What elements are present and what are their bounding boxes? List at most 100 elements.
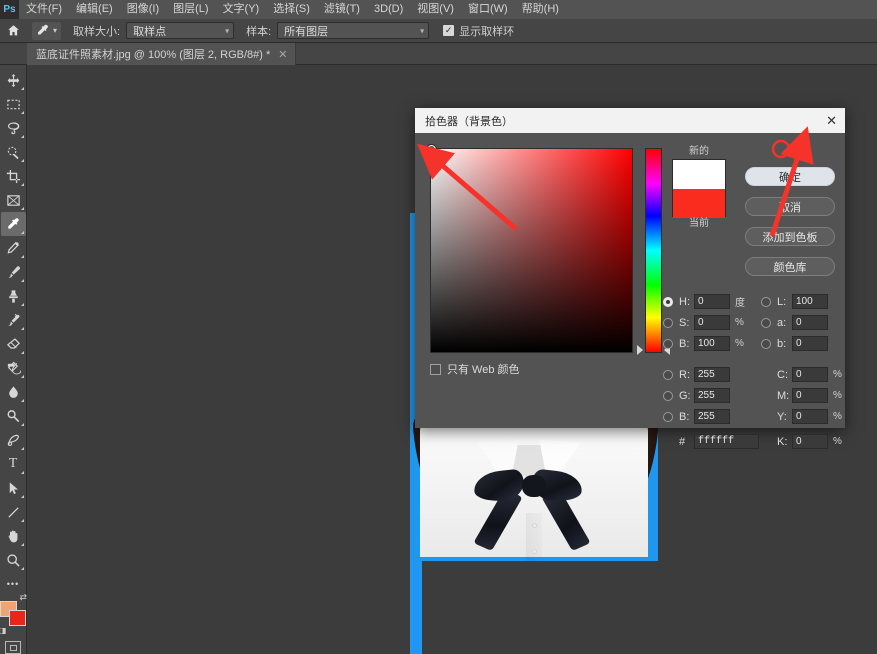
input-b-lab[interactable]: 0 [792,336,828,351]
menu-type[interactable]: 文字(Y) [216,0,267,19]
hue-slider-handle-left-icon[interactable] [637,345,643,355]
radio-g[interactable] [663,390,673,401]
web-colors-only-checkbox[interactable]: 只有 Web 颜色 [430,361,520,377]
field-row-b-lab[interactable]: b: 0 [761,333,847,354]
default-colors-icon[interactable]: ◨ [0,626,7,635]
menu-3d[interactable]: 3D(D) [367,0,410,19]
home-icon[interactable] [0,19,26,43]
hue-slider[interactable] [645,148,662,353]
close-icon[interactable]: ✕ [278,48,287,61]
radio-h[interactable] [663,296,673,307]
radio-r[interactable] [663,369,673,380]
radio-l[interactable] [761,296,771,307]
eyedropper-tool[interactable] [0,212,26,236]
field-row-c[interactable]: C: 0 % [761,364,847,385]
current-tool-eyedropper-button[interactable]: ▾ [32,21,62,40]
label-b-blue: B: [679,410,690,423]
menu-filter[interactable]: 滤镜(T) [317,0,367,19]
saturation-value-field[interactable] [427,145,633,353]
input-b-blue[interactable]: 255 [694,409,730,424]
field-row-y[interactable]: Y: 0 % [761,406,847,427]
field-row-r[interactable]: R: 255 [663,364,759,385]
input-a[interactable]: 0 [792,315,828,330]
swap-colors-icon[interactable]: ⇄ [19,592,27,603]
field-row-m[interactable]: M: 0 % [761,385,847,406]
field-row-b-brightness[interactable]: B: 100 % [663,333,759,354]
input-g[interactable]: 255 [694,388,730,403]
clone-stamp-tool[interactable] [1,284,26,308]
field-row-b-blue[interactable]: B: 255 [663,406,759,427]
new-color-swatch[interactable] [673,160,725,189]
document-tab[interactable]: 蓝底证件照素材.jpg @ 100% (图层 2, RGB/8#) * ✕ [27,43,296,65]
menu-layer[interactable]: 图层(L) [166,0,215,19]
chevron-down-icon[interactable]: ▾ [53,26,57,35]
input-b-brightness[interactable]: 100 [694,336,730,351]
background-color-swatch[interactable] [9,610,26,626]
pen-tool[interactable] [1,428,26,452]
radio-b-blue[interactable] [663,411,673,422]
crop-tool[interactable] [1,164,26,188]
show-sampling-ring-checkbox[interactable]: ✓ 显示取样环 [443,23,514,39]
input-m[interactable]: 0 [792,388,828,403]
unit-m: % [833,390,842,401]
radio-b-brightness[interactable] [663,338,673,349]
menu-edit[interactable]: 编辑(E) [69,0,120,19]
field-row-g[interactable]: G: 255 [663,385,759,406]
field-row-s[interactable]: S: 0 % [663,312,759,333]
move-tool[interactable] [1,68,26,92]
current-color-swatch[interactable] [673,189,725,218]
sample-select[interactable]: 所有图层 ▾ [277,22,430,39]
eraser-tool[interactable] [1,332,26,356]
radio-s[interactable] [663,317,673,328]
hand-tool[interactable] [1,524,26,548]
menu-file[interactable]: 文件(F) [19,0,69,19]
menu-help[interactable]: 帮助(H) [515,0,566,19]
sample-size-select[interactable]: 取样点 ▾ [126,22,235,39]
color-field-marker[interactable] [427,145,436,154]
rectangular-marquee-tool[interactable] [1,92,26,116]
field-row-a[interactable]: a: 0 [761,312,847,333]
blur-tool[interactable] [1,380,26,404]
add-to-swatches-button[interactable]: 添加到色板 [745,227,835,246]
menu-select[interactable]: 选择(S) [266,0,317,19]
input-l[interactable]: 100 [792,294,828,309]
field-row-l[interactable]: L: 100 [761,291,847,312]
type-tool[interactable]: T [1,452,26,476]
input-hex[interactable]: ffffff [694,434,759,449]
ok-button[interactable]: 确定 [745,167,835,186]
radio-b-lab[interactable] [761,338,771,349]
input-s[interactable]: 0 [694,315,730,330]
quick-mask-toggle[interactable] [5,641,21,654]
zoom-tool[interactable] [1,548,26,572]
line-tool[interactable] [1,500,26,524]
input-h[interactable]: 0 [694,294,730,309]
lasso-tool[interactable] [1,116,26,140]
dialog-title-bar[interactable]: 拾色器（背景色） ✕ [415,108,845,133]
input-y[interactable]: 0 [792,409,828,424]
menu-image[interactable]: 图像(I) [120,0,166,19]
path-selection-tool[interactable] [1,476,26,500]
frame-tool[interactable] [1,188,26,212]
gradient-tool[interactable] [1,356,26,380]
history-brush-tool[interactable] [1,308,26,332]
field-row-hex[interactable]: # ffffff [663,431,759,452]
close-icon[interactable]: ✕ [826,114,837,127]
cancel-button[interactable]: 取消 [745,197,835,216]
input-c[interactable]: 0 [792,367,828,382]
menu-view[interactable]: 视图(V) [410,0,461,19]
input-r[interactable]: 255 [694,367,730,382]
radio-a[interactable] [761,317,771,328]
field-row-k[interactable]: K: 0 % [761,431,847,452]
menu-window[interactable]: 窗口(W) [461,0,515,19]
healing-brush-tool[interactable] [1,236,26,260]
tool-expand-corner-icon [20,159,24,162]
input-k[interactable]: 0 [792,434,828,449]
brush-tool[interactable] [1,260,26,284]
quick-selection-tool[interactable] [1,140,26,164]
field-row-h[interactable]: H: 0 度 [663,291,759,312]
tool-expand-corner-icon [20,351,24,354]
hex-symbol: # [679,435,686,448]
color-picker-dialog[interactable]: 拾色器（背景色） ✕ 新的 当前 确定 取消 添加到色板 颜色库 H: 0 度 … [415,108,847,449]
dodge-tool[interactable] [1,404,26,428]
color-libraries-button[interactable]: 颜色库 [745,257,835,276]
